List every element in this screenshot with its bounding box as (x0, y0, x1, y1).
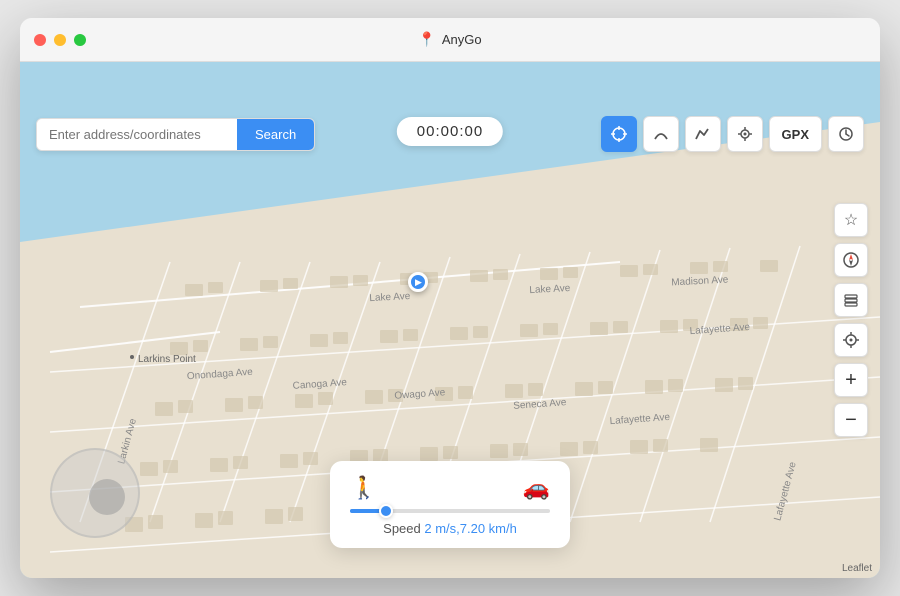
app-title: 📍 AnyGo (418, 31, 481, 48)
map-container[interactable]: Lake Ave Lake Ave Madison Ave Lafayette … (20, 62, 880, 578)
traffic-lights (34, 34, 86, 46)
speed-icons-row: 🚶 🚗 (350, 475, 550, 501)
right-buttons: GPX (601, 116, 864, 152)
speed-slider-thumb (379, 504, 393, 518)
locate-me-button[interactable] (834, 323, 868, 357)
close-button[interactable] (34, 34, 46, 46)
zoom-in-button[interactable]: + (834, 363, 868, 397)
minimize-button[interactable] (54, 34, 66, 46)
titlebar: 📍 AnyGo (20, 18, 880, 62)
star-icon: ☆ (844, 210, 858, 230)
speed-text: Speed 2 m/s,7.20 km/h (350, 521, 550, 536)
search-area: Search (36, 118, 315, 151)
app-window: 📍 AnyGo (20, 18, 880, 578)
history-button[interactable] (828, 116, 864, 152)
maximize-button[interactable] (74, 34, 86, 46)
zoom-out-button[interactable]: − (834, 403, 868, 437)
multi-route-icon (694, 125, 712, 143)
joystick-icon (736, 125, 754, 143)
route-icon (652, 125, 670, 143)
clock-icon (838, 126, 854, 142)
multi-stop-mode-button[interactable] (685, 116, 721, 152)
svg-text:Larkins Point: Larkins Point (138, 354, 196, 365)
joystick-control[interactable] (50, 448, 140, 538)
layers-button[interactable] (834, 283, 868, 317)
joystick-mode-button[interactable] (727, 116, 763, 152)
car-icon: 🚗 (523, 475, 550, 501)
app-title-text: AnyGo (442, 32, 482, 47)
teleport-mode-button[interactable] (601, 116, 637, 152)
speed-value: 2 m/s,7.20 km/h (424, 521, 516, 536)
toolbar: Search (36, 116, 864, 152)
search-button[interactable]: Search (237, 119, 314, 150)
leaflet-attribution: Leaflet (842, 563, 872, 574)
location-dot: ▶ (408, 272, 428, 292)
speed-label: Speed (383, 521, 424, 536)
search-input[interactable] (37, 119, 237, 150)
joystick-thumb (89, 479, 125, 515)
one-stop-mode-button[interactable] (643, 116, 679, 152)
direction-arrow: ▶ (415, 277, 422, 288)
gpx-button[interactable]: GPX (769, 116, 822, 152)
minus-icon: − (845, 409, 857, 432)
crosshair-icon (610, 125, 628, 143)
locate-icon (842, 331, 860, 349)
svg-text:Lake Ave: Lake Ave (369, 291, 411, 304)
speed-panel: 🚶 🚗 Speed 2 m/s,7.20 km/h (330, 461, 570, 548)
compass-button[interactable] (834, 243, 868, 277)
compass-icon (842, 251, 860, 269)
plus-icon: + (845, 369, 857, 392)
speed-slider[interactable] (350, 509, 550, 513)
favorites-button[interactable]: ☆ (834, 203, 868, 237)
svg-text:Lake Ave: Lake Ave (529, 283, 571, 296)
pin-icon: 📍 (418, 31, 435, 48)
right-sidebar: ☆ (834, 203, 868, 437)
walk-icon: 🚶 (350, 475, 377, 501)
layers-icon (842, 291, 860, 309)
